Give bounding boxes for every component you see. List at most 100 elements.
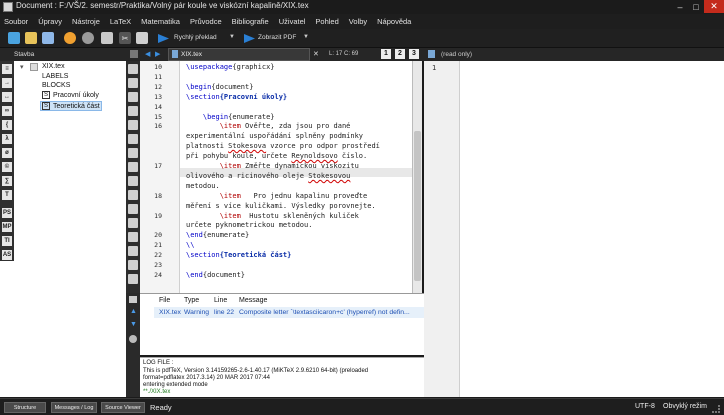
code-line[interactable]: experimentální uspořádání splněny podmín… [186, 132, 363, 140]
code-line[interactable]: olivového a ricinového oleje Stokesovou [186, 172, 350, 180]
menu-options[interactable]: Volby [349, 17, 367, 26]
messages-log-toggle-button[interactable]: Messages / Log [51, 402, 97, 413]
fraction-icon[interactable] [128, 232, 138, 242]
code-line[interactable]: měření s více kuličkami. Výsledky porovn… [186, 202, 376, 210]
code-line[interactable]: \item Ověřte, zda jsou pro dané [186, 122, 351, 130]
relation-icon[interactable]: → [2, 78, 12, 88]
italic-icon[interactable] [128, 78, 138, 88]
maximize-button[interactable]: □ [688, 0, 704, 13]
code-line[interactable]: \usepackage{graphicx} [186, 63, 275, 71]
dfrac-icon[interactable] [128, 274, 138, 284]
down-arrow-icon[interactable]: ▼ [130, 321, 137, 328]
source-viewer-toggle-button[interactable]: Source Viewer [101, 402, 145, 413]
special-char-icon[interactable]: © [2, 162, 12, 172]
tree-section-item[interactable]: Teoretická část [53, 103, 100, 110]
column-header-message[interactable]: Message [239, 297, 267, 304]
enumerate-icon[interactable] [128, 162, 138, 172]
open-file-icon[interactable] [25, 32, 37, 44]
align-left-icon[interactable] [128, 106, 138, 116]
code-line[interactable]: \end{document} [186, 271, 245, 279]
quick-build-icon[interactable] [158, 34, 169, 43]
redo-icon[interactable] [82, 32, 94, 44]
tree-labels[interactable]: LABELS [42, 73, 68, 80]
view-1-button[interactable]: 1 [381, 49, 391, 59]
paste-icon[interactable] [136, 32, 148, 44]
view-3-button[interactable]: 3 [409, 49, 419, 59]
code-line[interactable]: \section{Teoretická část} [186, 251, 291, 259]
pstricks-icon[interactable]: PS [2, 208, 12, 218]
tree-blocks[interactable]: BLOCKS [42, 82, 70, 89]
code-line[interactable]: \begin{enumerate} [186, 113, 275, 121]
code-line[interactable]: \item Pro jednu kapalinu proveďte [186, 192, 368, 200]
math-op-icon[interactable]: ∑ [2, 176, 12, 186]
bold-icon[interactable] [128, 64, 138, 74]
underline-icon[interactable] [128, 92, 138, 102]
resize-grip-icon[interactable] [712, 405, 720, 413]
cut-icon[interactable]: ✂ [119, 32, 131, 44]
encoding-indicator[interactable]: UTF-8 [635, 403, 655, 410]
close-tab-icon[interactable]: ✕ [313, 50, 319, 58]
menu-latex[interactable]: LaTeX [110, 17, 131, 26]
metapost-icon[interactable]: MP [2, 222, 12, 232]
menu-file[interactable]: Soubor [4, 17, 28, 26]
delimiter-icon[interactable]: { [2, 120, 12, 130]
newline-icon[interactable] [128, 176, 138, 186]
copy-icon[interactable] [101, 32, 113, 44]
menu-math[interactable]: Matematika [141, 17, 180, 26]
quick-build-label[interactable]: Rychlý překlad [174, 34, 217, 41]
list-icon[interactable] [128, 148, 138, 158]
code-line[interactable]: \\ [186, 241, 194, 249]
code-line[interactable]: \item Hustotu skleněných kuliček [186, 212, 359, 220]
left-right-icon[interactable] [128, 260, 138, 270]
structure-icon[interactable]: ≡ [2, 64, 12, 74]
chevron-down-icon[interactable]: ▼ [303, 34, 309, 40]
code-line[interactable]: \end{enumerate} [186, 231, 249, 239]
code-line[interactable]: při pohybu koule, určete Reynoldsovo čís… [186, 152, 367, 160]
superscript-icon[interactable] [128, 218, 138, 228]
view-2-button[interactable]: 2 [395, 49, 405, 59]
up-arrow-icon[interactable]: ▲ [130, 308, 137, 315]
arrows-icon[interactable]: ↔ [2, 92, 12, 102]
menu-view[interactable]: Pohled [315, 17, 338, 26]
text-icon[interactable]: T [2, 190, 12, 200]
view-pdf-label[interactable]: Zobrazit PDF [258, 34, 296, 41]
column-header-line[interactable]: Line [214, 297, 227, 304]
stop-icon[interactable] [129, 335, 137, 343]
forward-arrow-icon[interactable]: ▶ [155, 50, 160, 58]
align-center-icon[interactable] [128, 120, 138, 130]
greek-icon[interactable]: λ [2, 134, 12, 144]
code-line[interactable]: \begin{document} [186, 83, 253, 91]
close-button[interactable]: ✕ [704, 0, 724, 13]
tree-expand-icon[interactable]: ▾ [20, 63, 24, 71]
menu-help[interactable]: Nápověda [377, 17, 411, 26]
menu-tools[interactable]: Nástroje [72, 17, 100, 26]
view-pdf-icon[interactable] [244, 34, 255, 43]
menu-edit[interactable]: Úpravy [38, 17, 62, 26]
code-line[interactable]: platnosti Stokesova vzorce pro odpor pro… [186, 142, 380, 150]
save-icon[interactable] [42, 32, 54, 44]
section-insert-icon[interactable] [128, 190, 138, 200]
code-line[interactable]: určete pyknometrickou metodou. [186, 221, 312, 229]
foreign-icon[interactable]: ø [2, 148, 12, 158]
new-file-icon[interactable] [8, 32, 20, 44]
column-header-file[interactable]: File [159, 297, 170, 304]
tree-section-item[interactable]: Pracovní úkoly [53, 92, 99, 99]
asymptote-icon[interactable]: AS [2, 250, 12, 260]
panel-icon[interactable] [130, 50, 138, 58]
structure-toggle-button[interactable]: Structure [4, 402, 46, 413]
editor-scrollbar[interactable] [412, 61, 422, 293]
code-editor[interactable]: 10 \usepackage{graphicx} 11 12 \begin{docume… [140, 61, 412, 293]
tab-label[interactable]: XIX.tex [181, 51, 202, 58]
sqrt-icon[interactable] [128, 246, 138, 256]
back-arrow-icon[interactable]: ◀ [145, 50, 150, 58]
misc-symbol-icon[interactable]: ∞ [2, 106, 12, 116]
undo-icon[interactable] [64, 32, 76, 44]
scrollbar-thumb[interactable] [414, 131, 421, 281]
menu-user[interactable]: Uživatel [279, 17, 306, 26]
code-line[interactable]: \section{Pracovní úkoly} [186, 93, 287, 101]
align-right-icon[interactable] [128, 134, 138, 144]
tikz-icon[interactable]: TI [2, 236, 12, 246]
readonly-editor[interactable] [424, 61, 724, 397]
minimize-button[interactable]: – [672, 0, 688, 13]
column-header-type[interactable]: Type [184, 297, 199, 304]
